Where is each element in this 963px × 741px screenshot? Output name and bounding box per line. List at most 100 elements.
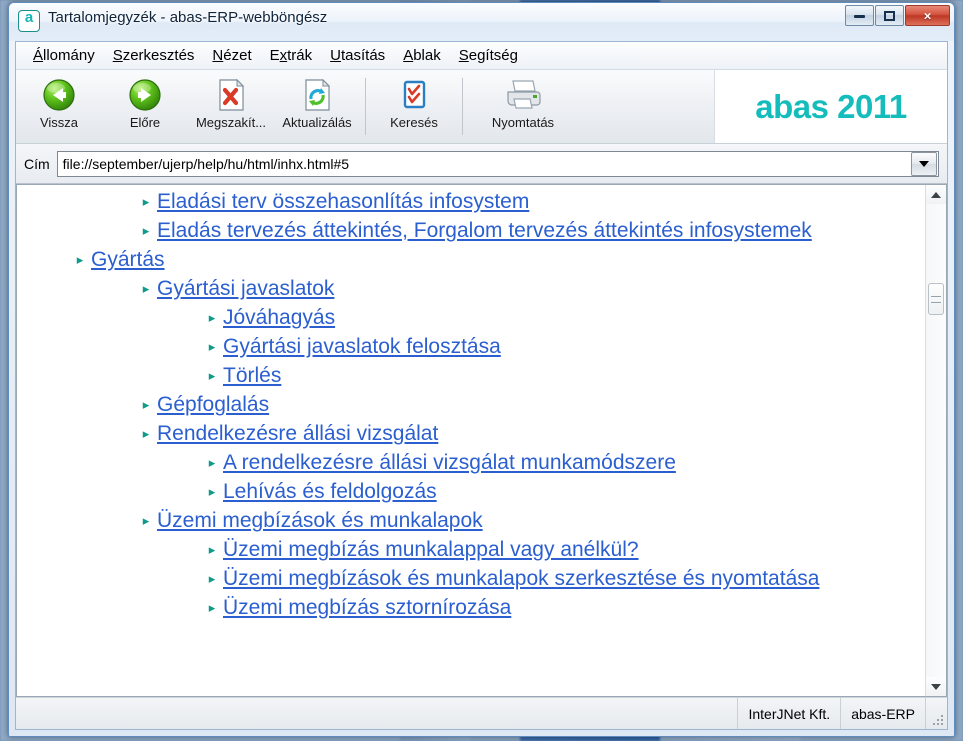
status-bar: InterJNet Kft. abas-ERP [16,697,947,729]
refresh-button-label: Aktualizálás [282,115,352,130]
forward-button[interactable]: Előre [102,70,188,143]
window-controls: × [845,5,950,26]
minimize-button[interactable] [845,5,874,26]
toc-link[interactable]: Üzemi megbízások és munkalapok szerkeszt… [223,564,819,593]
toolbar-separator [462,78,463,135]
toc-link[interactable]: Rendelkezésre állási vizsgálat [157,419,438,448]
toc-entry[interactable]: ▸ Törlés [17,361,925,390]
menu-label: trák [287,47,313,64]
status-cell-vendor: InterJNet Kft. [737,698,840,729]
menu-label: E [269,47,280,64]
chevron-down-icon [919,160,929,167]
bullet-arrow-icon: ▸ [142,397,150,412]
abas-logo-icon[interactable] [18,9,40,32]
menu-item-utasitas[interactable]: Utasítás [321,44,394,67]
address-input[interactable]: file://september/ujerp/help/hu/html/inhx… [56,150,939,177]
maximize-icon [884,11,895,22]
toc-link[interactable]: Eladás tervezés áttekintés, Forgalom ter… [157,216,812,245]
toc-entry[interactable]: ▸ Üzemi megbízások és munkalapok szerkesz… [17,564,925,593]
toc-entry[interactable]: ▸ Gyártás [17,245,925,274]
scroll-thumb-grip-icon [931,295,941,303]
back-arrow-icon [41,76,77,114]
scroll-thumb[interactable] [928,283,944,315]
forward-button-label: Előre [129,115,161,130]
toc-link[interactable]: Üzemi megbízás sztornírozása [223,593,511,622]
maximize-button[interactable] [875,5,904,26]
toc-link[interactable]: Jóváhagyás [223,303,335,332]
toc-entry[interactable]: ▸ A rendelkezésre állási vizsgálat munkam… [17,448,925,477]
menu-label: egítség [468,47,518,64]
toc-entry[interactable]: ▸ Gépfoglalás [17,390,925,419]
search-button-label: Keresés [390,115,438,130]
menu-label: zerkesztés [122,47,195,64]
title-bar[interactable]: Tartalomjegyzék - abas-ERP-webböngész × [9,3,954,41]
bullet-arrow-icon: ▸ [208,455,216,470]
toc-entry[interactable]: ▸ Gyártási javaslatok [17,274,925,303]
menu-item-szerkesztes[interactable]: Szerkesztés [104,44,204,67]
menu-label: ézet [223,47,252,64]
scroll-up-icon [931,191,941,198]
vertical-scrollbar[interactable] [925,185,946,696]
window-client-area: Állomány Szerkesztés Nézet Extrák Utasít… [15,41,948,730]
stop-button-label: Megszakít... [195,115,267,130]
stop-button[interactable]: Megszakít... [188,70,274,143]
toc-entry[interactable]: ▸ Jóváhagyás [17,303,925,332]
menu-label: blak [413,47,441,64]
toc-link[interactable]: Üzemi megbízás munkalappal vagy anélkül? [223,535,639,564]
print-button-label: Nyomtatás [491,115,555,130]
toc-entry[interactable]: ▸ Üzemi megbízás munkalappal vagy anélkül… [17,535,925,564]
toc-link[interactable]: Gépfoglalás [157,390,269,419]
toc-entry[interactable]: ▸ Eladás tervezés áttekintés, Forgalom te… [17,216,925,245]
toc-link[interactable]: A rendelkezésre állási vizsgálat munkamó… [223,448,676,477]
toc-link[interactable]: Üzemi megbízások és munkalapok [157,506,483,535]
print-button[interactable]: Nyomtatás [468,70,578,143]
menu-label: llomány [43,47,95,64]
toc-link[interactable]: Gyártási javaslatok [157,274,334,303]
menu-label: tasítás [341,47,386,64]
bullet-arrow-icon: ▸ [208,542,216,557]
toolbar-separator [365,78,366,135]
toc-entry[interactable]: ▸ Üzemi megbízás sztornírozása [17,593,925,622]
toc-link[interactable]: Gyártás [91,245,165,274]
back-button[interactable]: Vissza [16,70,102,143]
refresh-button[interactable]: Aktualizálás [274,70,360,143]
toc-entry[interactable]: ▸ Üzemi megbízások és munkalapok [17,506,925,535]
bullet-arrow-icon: ▸ [142,513,150,528]
bullet-arrow-icon: ▸ [142,194,150,209]
toolbar: Vissza Előre Megszakít... Aktualizálás K… [16,70,947,144]
resize-grip-icon[interactable] [925,698,947,729]
menu-item-segitseg[interactable]: Segítség [450,44,527,67]
toc-entry[interactable]: ▸ Gyártási javaslatok felosztása [17,332,925,361]
scroll-down-button[interactable] [926,677,946,696]
toc-entry[interactable]: ▸ Lehívás és feldolgozás [17,477,925,506]
menu-item-allomany[interactable]: Állomány [24,44,104,67]
address-dropdown-button[interactable] [911,151,937,176]
document-viewport: ▸ Eladási terv összehasonlítás infosystem… [16,184,947,697]
toc-link[interactable]: Eladási terv összehasonlítás infosystem [157,187,529,216]
scroll-down-icon [931,683,941,690]
bullet-arrow-icon: ▸ [208,600,216,615]
toc-entry[interactable]: ▸ Rendelkezésre állási vizsgálat [17,419,925,448]
close-button[interactable]: × [905,5,950,26]
toc-link[interactable]: Törlés [223,361,281,390]
toc-entry[interactable]: ▸ Eladási terv összehasonlítás infosystem [17,187,925,216]
toc-link[interactable]: Lehívás és feldolgozás [223,477,437,506]
window-title: Tartalomjegyzék - abas-ERP-webböngész [48,9,328,26]
abas-logo-text: abas 2011 [755,87,907,125]
bullet-arrow-icon: ▸ [142,426,150,441]
search-checklist-icon [397,76,431,114]
menu-item-extrak[interactable]: Extrák [261,44,322,67]
menu-item-nezet[interactable]: Nézet [203,44,260,67]
minimize-icon [854,14,865,18]
address-bar: Cím file://september/ujerp/help/hu/html/… [16,144,947,184]
search-button[interactable]: Keresés [371,70,457,143]
toc-link[interactable]: Gyártási javaslatok felosztása [223,332,501,361]
address-input-value[interactable]: file://september/ujerp/help/hu/html/inhx… [58,156,911,172]
application-window: Tartalomjegyzék - abas-ERP-webböngész × … [8,2,955,737]
menu-bar: Állomány Szerkesztés Nézet Extrák Utasít… [16,42,947,70]
bullet-arrow-icon: ▸ [208,484,216,499]
close-icon: × [923,8,932,23]
scroll-up-button[interactable] [926,185,946,204]
toc-list: ▸ Eladási terv összehasonlítás infosystem… [17,185,925,696]
menu-item-ablak[interactable]: Ablak [394,44,450,67]
